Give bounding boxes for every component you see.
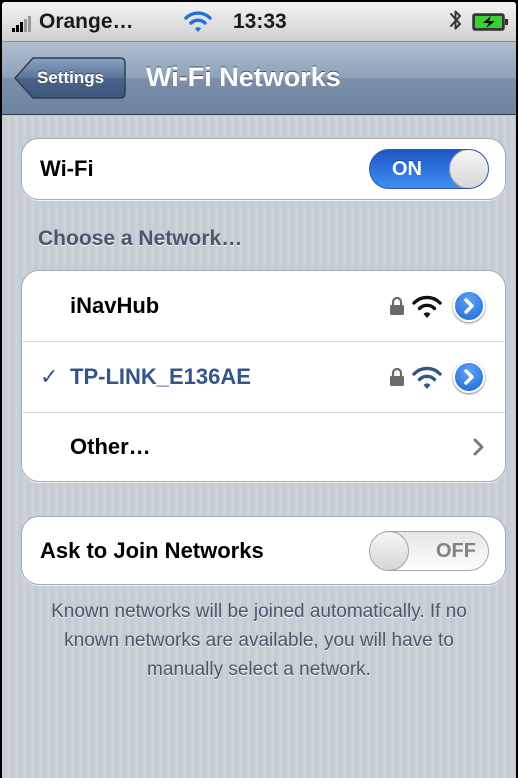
status-bar: Orange… 13:33 (2, 2, 516, 42)
lock-icon (389, 367, 405, 392)
carrier-name: Orange… (39, 10, 134, 33)
settings-screen: Orange… 13:33 Settings Wi-Fi Networks Wi… (2, 2, 516, 778)
ask-to-join-group: Ask to Join Networks OFF (21, 516, 506, 585)
network-details-button[interactable] (453, 290, 485, 322)
navigation-bar: Settings Wi-Fi Networks (2, 42, 516, 115)
wifi-label: Wi-Fi (40, 156, 94, 181)
bluetooth-icon (448, 7, 464, 38)
signal-bars-icon (12, 16, 34, 32)
other-network-label: Other… (70, 434, 151, 459)
page-title: Wi-Fi Networks (146, 62, 341, 92)
wifi-row: Wi-Fi ON (22, 139, 505, 199)
wifi-toggle-text: ON (392, 158, 422, 180)
ask-to-join-toggle-text: OFF (436, 540, 476, 562)
network-details-button[interactable] (453, 361, 485, 393)
ask-to-join-row: Ask to Join Networks OFF (22, 517, 505, 584)
status-time: 13:33 (233, 10, 287, 33)
toggle-knob (370, 532, 409, 570)
section-header: Choose a Network… (38, 227, 243, 250)
toggle-knob (449, 150, 488, 188)
battery-charging-icon (472, 13, 510, 36)
back-button[interactable]: Settings (13, 56, 127, 100)
ask-to-join-label: Ask to Join Networks (40, 538, 264, 563)
network-row-tp-link[interactable]: ✓ TP-LINK_E136AE (22, 341, 505, 412)
ask-to-join-toggle[interactable]: OFF (369, 531, 489, 571)
chevron-right-icon (472, 437, 486, 462)
wifi-toggle[interactable]: ON (369, 149, 489, 189)
wifi-toggle-group: Wi-Fi ON (21, 138, 506, 200)
other-network-row[interactable]: Other… (22, 412, 505, 481)
network-name: iNavHub (70, 293, 160, 318)
wifi-signal-icon (411, 293, 443, 324)
network-list: iNavHub ✓ TP-LINK_E136AE Other… (21, 270, 506, 482)
lock-icon (389, 296, 405, 321)
footer-note: Known networks will be joined automatica… (51, 601, 467, 680)
network-name: TP-LINK_E136AE (70, 364, 251, 389)
back-button-label: Settings (37, 68, 105, 87)
selected-checkmark-icon: ✓ (40, 364, 59, 389)
wifi-icon (183, 8, 213, 39)
network-row-inavhub[interactable]: iNavHub (22, 271, 505, 341)
wifi-signal-icon (411, 364, 443, 395)
